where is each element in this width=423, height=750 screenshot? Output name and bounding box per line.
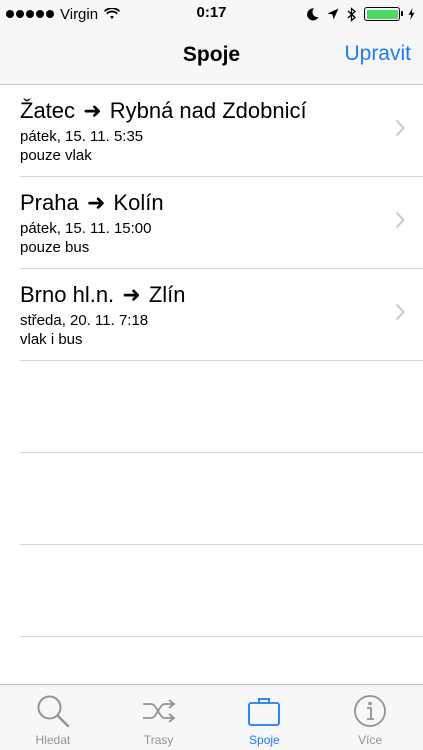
- bluetooth-icon: [347, 6, 356, 22]
- connection-type: vlak i bus: [20, 331, 83, 348]
- tab-hledat[interactable]: Hledat: [0, 685, 106, 750]
- info-icon: [354, 695, 387, 727]
- nav-bar: Spoje Upravit: [0, 28, 423, 85]
- tab-vice[interactable]: Více: [317, 685, 423, 750]
- route-to: Zlín: [148, 282, 186, 307]
- edit-button[interactable]: Upravit: [344, 42, 411, 66]
- location-arrow-icon: [327, 8, 339, 20]
- status-right: [307, 4, 415, 24]
- chevron-right-icon: [395, 211, 405, 229]
- shuffle-icon: [142, 699, 176, 723]
- tab-label: Hledat: [35, 733, 71, 747]
- empty-row: [20, 453, 423, 545]
- briefcase-icon: [248, 698, 281, 726]
- chevron-right-icon: [395, 303, 405, 321]
- arrow-right-icon: ➜: [86, 190, 106, 215]
- connection-date: pátek, 15. 11. 5:35: [20, 128, 144, 145]
- battery-icon: [364, 7, 403, 21]
- route-from: Praha: [20, 190, 79, 215]
- status-bar: Virgin 0:17: [0, 0, 423, 28]
- connection-row[interactable]: Žatec ➜ Rybná nad Zdobnicí pátek, 15. 11…: [20, 85, 423, 177]
- empty-row: [20, 545, 423, 637]
- empty-row: [20, 361, 423, 453]
- route-from: Brno hl.n.: [20, 282, 115, 307]
- arrow-right-icon: ➜: [122, 282, 141, 307]
- connection-row[interactable]: Brno hl.n. ➜ Zlín středa, 20. 11. 7:18 v…: [20, 269, 423, 361]
- connection-route: Praha ➜ Kolín: [20, 190, 164, 216]
- connection-route: Brno hl.n. ➜ Zlín: [20, 282, 186, 308]
- chevron-right-icon: [395, 119, 405, 137]
- tab-label: Trasy: [143, 733, 174, 747]
- tab-bar: Hledat Trasy Spoje Více: [0, 684, 423, 750]
- moon-icon: [307, 7, 319, 20]
- connection-row[interactable]: Praha ➜ Kolín pátek, 15. 11. 15:00 pouze…: [20, 177, 423, 269]
- tab-label: Více: [358, 733, 383, 747]
- connections-list: Žatec ➜ Rybná nad Zdobnicí pátek, 15. 11…: [0, 85, 423, 637]
- route-to: Kolín: [113, 190, 164, 215]
- connection-date: pátek, 15. 11. 15:00: [20, 220, 152, 237]
- tab-label: Spoje: [249, 733, 280, 747]
- connection-type: pouze vlak: [20, 147, 92, 164]
- charging-bolt-icon: [408, 8, 415, 20]
- tab-spoje[interactable]: Spoje: [212, 685, 318, 750]
- battery-fill: [366, 9, 398, 19]
- route-to: Rybná nad Zdobnicí: [109, 98, 307, 123]
- arrow-right-icon: ➜: [83, 98, 102, 123]
- connection-date: středa, 20. 11. 7:18: [20, 312, 149, 329]
- connection-type: pouze bus: [20, 239, 90, 256]
- route-from: Žatec: [20, 98, 76, 123]
- connection-route: Žatec ➜ Rybná nad Zdobnicí: [20, 98, 307, 124]
- search-icon: [37, 695, 70, 728]
- tab-trasy[interactable]: Trasy: [106, 685, 212, 750]
